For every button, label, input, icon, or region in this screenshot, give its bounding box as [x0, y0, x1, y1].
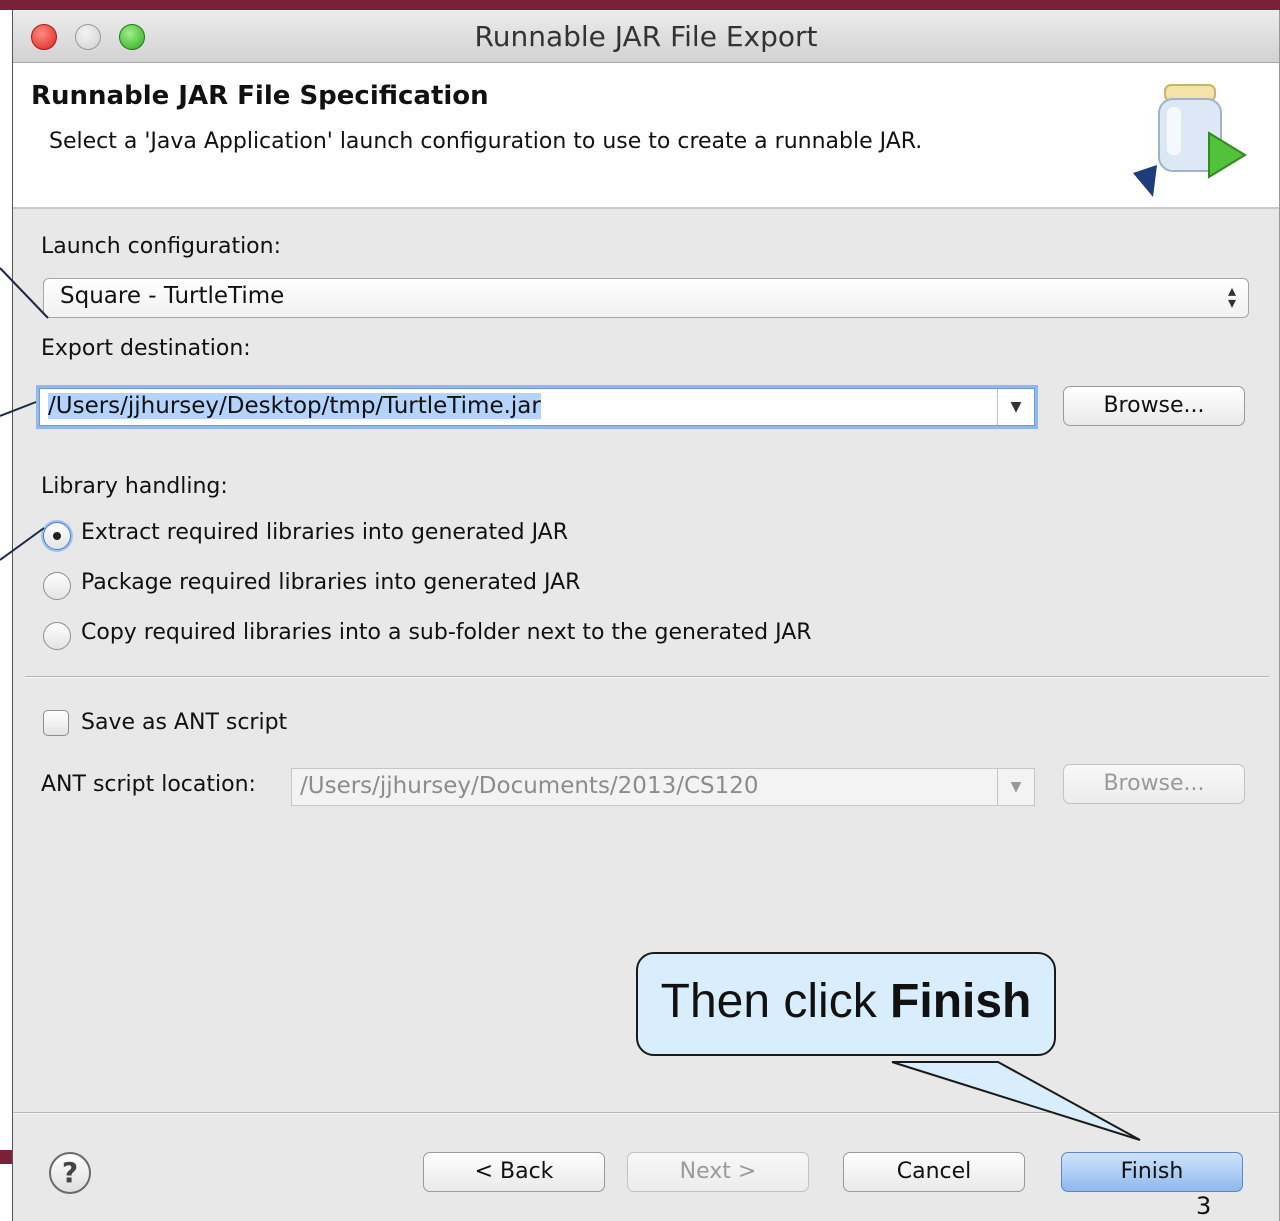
slide-page-number: 3 [1196, 1192, 1212, 1220]
callout-text: Then click Finish [638, 974, 1054, 1029]
callout-bubble: Then click Finish [636, 952, 1056, 1056]
arrow-library-handling [0, 527, 45, 561]
arrow-export-destination [0, 401, 37, 417]
callout-prefix: Then click [660, 975, 891, 1028]
callout-pointer [891, 1061, 1141, 1141]
arrow-launch-config [0, 267, 49, 319]
callout-bold: Finish [890, 975, 1032, 1028]
